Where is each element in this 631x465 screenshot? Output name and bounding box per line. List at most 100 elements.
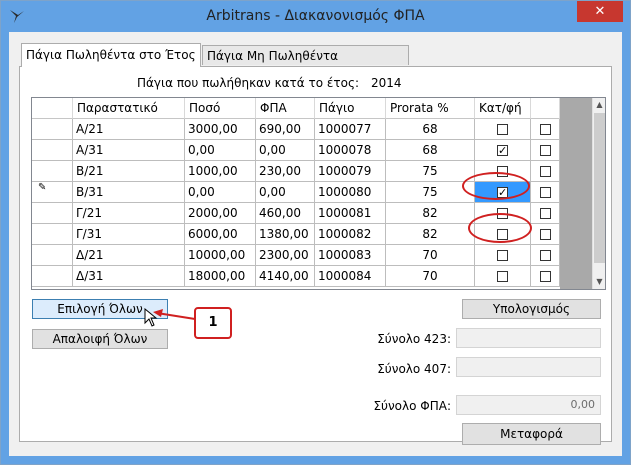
row-checkbox[interactable] [540,250,551,261]
table-cell-doc[interactable]: Δ/31 [73,266,185,287]
table-cell-vat[interactable]: 4140,00 [256,266,315,287]
app-window: Arbitrans - Διακανονισμός ΦΠΑ ✕ Πάγια Πω… [0,0,631,465]
table-cell-doc[interactable]: Γ/31 [73,224,185,245]
grid-empty-area [560,98,592,289]
table-cell-chk1[interactable] [475,266,531,287]
row-checkbox[interactable] [540,271,551,282]
sum407-label: Σύνολο 407: [377,362,451,376]
table-cell-chk1[interactable] [475,245,531,266]
row-checkbox[interactable] [497,124,508,135]
scroll-up-icon[interactable]: ▲ [593,98,605,112]
table-cell-prorata[interactable]: 82 [386,203,475,224]
row-header[interactable] [32,266,73,287]
table-cell-amount[interactable]: 3000,00 [185,119,256,140]
table-cell-vat[interactable]: 690,00 [256,119,315,140]
table-cell-prorata[interactable]: 68 [386,119,475,140]
table-cell-chk2[interactable] [531,140,560,161]
table-cell-vat[interactable]: 460,00 [256,203,315,224]
column-header-category[interactable]: Κατ/φή [475,98,531,119]
table-cell-asset[interactable]: 1000079 [315,161,386,182]
transfer-button[interactable]: Μεταφορά [462,423,601,445]
table-cell-asset[interactable]: 1000081 [315,203,386,224]
scroll-down-icon[interactable]: ▼ [593,275,605,289]
client-area: Πάγια Πωληθέντα στο Έτος Πάγια Μη Πωληθέ… [9,32,622,456]
table-cell-amount[interactable]: 6000,00 [185,224,256,245]
table-cell-vat[interactable]: 230,00 [256,161,315,182]
row-checkbox[interactable] [540,124,551,135]
column-header-prorata[interactable]: Prorata % [386,98,475,119]
row-checkbox[interactable] [540,166,551,177]
table-cell-asset[interactable]: 1000080 [315,182,386,203]
table-cell-asset[interactable]: 1000082 [315,224,386,245]
row-checkbox[interactable] [540,187,551,198]
table-cell-amount[interactable]: 18000,00 [185,266,256,287]
tab-sold-assets[interactable]: Πάγια Πωληθέντα στο Έτος [21,43,201,67]
table-cell-asset[interactable]: 1000084 [315,266,386,287]
row-header[interactable] [32,245,73,266]
highlight-ellipse-row4 [468,213,532,243]
table-cell-doc[interactable]: Β/31 [73,182,185,203]
vat-total-label: Σύνολο ΦΠΑ: [373,399,451,413]
sum407-field[interactable] [456,357,601,377]
row-checkbox[interactable] [540,208,551,219]
table-cell-chk1[interactable] [475,119,531,140]
vertical-scrollbar[interactable]: ▲ ▼ [592,98,605,289]
scroll-thumb[interactable] [594,113,605,263]
window-title: Arbitrans - Διακανονισμός ΦΠΑ [206,8,425,24]
table-cell-chk2[interactable] [531,182,560,203]
row-header[interactable] [32,140,73,161]
calculate-button[interactable]: Υπολογισμός [462,299,601,319]
row-checkbox[interactable] [497,250,508,261]
table-cell-amount[interactable]: 1000,00 [185,161,256,182]
table-cell-vat[interactable]: 0,00 [256,140,315,161]
table-cell-doc[interactable]: Α/31 [73,140,185,161]
table-cell-prorata[interactable]: 82 [386,224,475,245]
table-cell-amount[interactable]: 0,00 [185,182,256,203]
column-header-asset[interactable]: Πάγιο [315,98,386,119]
table-cell-chk2[interactable] [531,161,560,182]
table-cell-vat[interactable]: 2300,00 [256,245,315,266]
table-cell-doc[interactable]: Β/21 [73,161,185,182]
table-cell-chk1[interactable]: ✓ [475,140,531,161]
table-cell-vat[interactable]: 0,00 [256,182,315,203]
column-header-doc[interactable]: Παραστατικό [73,98,185,119]
table-cell-amount[interactable]: 10000,00 [185,245,256,266]
table-cell-doc[interactable]: Δ/21 [73,245,185,266]
close-button[interactable]: ✕ [577,1,623,22]
row-checkbox[interactable]: ✓ [497,145,508,156]
row-header[interactable]: ✎ [32,182,73,203]
tab-unsold-assets[interactable]: Πάγια Μη Πωληθέντα Πενταετίας [202,45,409,83]
table-cell-chk2[interactable] [531,119,560,140]
row-header[interactable] [32,203,73,224]
row-header[interactable] [32,224,73,245]
row-checkbox[interactable] [540,229,551,240]
row-header[interactable] [32,119,73,140]
table-cell-vat[interactable]: 1380,00 [256,224,315,245]
row-header[interactable] [32,161,73,182]
column-header-extra[interactable] [531,98,560,119]
row-checkbox[interactable] [497,271,508,282]
edit-row-icon: ✎ [38,182,47,193]
table-cell-asset[interactable]: 1000083 [315,245,386,266]
table-cell-prorata[interactable]: 68 [386,140,475,161]
table-cell-chk2[interactable] [531,224,560,245]
table-cell-chk2[interactable] [531,203,560,224]
table-cell-asset[interactable]: 1000077 [315,119,386,140]
deselect-all-button[interactable]: Απαλοιφή Όλων [32,329,168,349]
table-cell-prorata[interactable]: 75 [386,161,475,182]
table-cell-chk2[interactable] [531,266,560,287]
table-cell-amount[interactable]: 0,00 [185,140,256,161]
year-value: 2014 [371,76,402,90]
column-header-amount[interactable]: Ποσό [185,98,256,119]
vat-total-field[interactable]: 0,00 [456,395,601,415]
table-cell-doc[interactable]: Α/21 [73,119,185,140]
table-cell-doc[interactable]: Γ/21 [73,203,185,224]
table-cell-amount[interactable]: 2000,00 [185,203,256,224]
table-cell-asset[interactable]: 1000078 [315,140,386,161]
row-checkbox[interactable] [540,145,551,156]
sum423-field[interactable] [456,328,601,348]
table-cell-chk2[interactable] [531,245,560,266]
table-cell-prorata[interactable]: 70 [386,245,475,266]
column-header-vat[interactable]: ΦΠΑ [256,98,315,119]
table-cell-prorata[interactable]: 70 [386,266,475,287]
